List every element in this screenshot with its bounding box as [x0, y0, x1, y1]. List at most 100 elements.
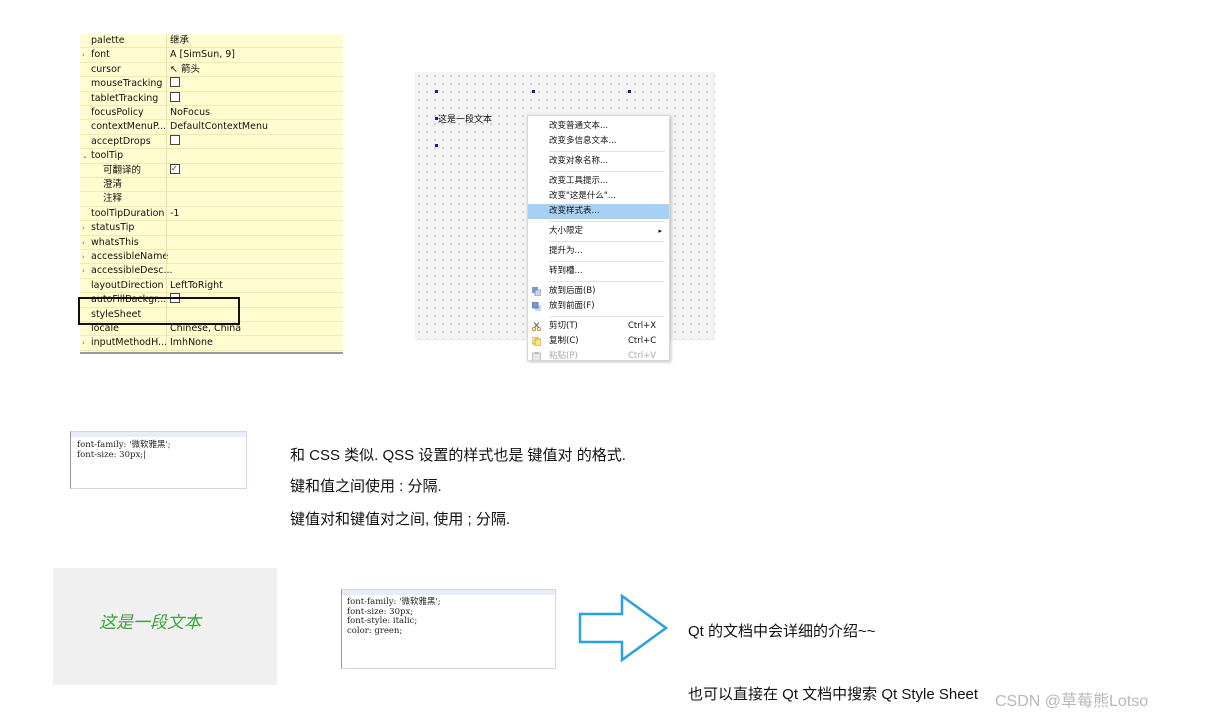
property-name: cursor	[91, 63, 121, 75]
menu-separator	[549, 281, 665, 282]
property-name: tabletTracking	[91, 92, 159, 104]
checkbox[interactable]	[170, 134, 180, 145]
property-row[interactable]: focusPolicy NoFocus	[80, 106, 343, 121]
context-menu-item[interactable]: 改变"这是什么"...	[528, 189, 669, 204]
selection-handle[interactable]	[532, 90, 535, 93]
property-name: 澄清	[103, 179, 123, 190]
property-value[interactable]	[170, 162, 180, 178]
property-name: 可翻译的	[103, 164, 142, 176]
collapse-arrow-icon[interactable]: ›	[82, 250, 85, 264]
context-menu-item[interactable]: 放到前面(F)	[528, 299, 669, 314]
property-value[interactable]	[170, 91, 180, 106]
property-row[interactable]: layoutDirection LeftToRight	[80, 278, 343, 294]
menu-item-label: 放到后面(B)	[549, 286, 596, 296]
form-label-widget[interactable]: 这是一段文本	[438, 112, 492, 125]
property-row[interactable]: ⌄ toolTip	[80, 149, 343, 164]
expand-arrow-icon[interactable]: ⌄	[82, 149, 88, 163]
collapse-arrow-icon[interactable]: ›	[82, 264, 85, 278]
property-name: toolTipDuration	[91, 207, 165, 219]
editor-top-bar	[342, 590, 555, 595]
menu-separator	[549, 316, 665, 317]
property-value[interactable]: 继承	[170, 34, 189, 48]
collapse-arrow-icon[interactable]: ›	[82, 48, 85, 62]
checkbox[interactable]	[170, 162, 180, 176]
property-name: palette	[91, 35, 125, 46]
property-row[interactable]: › statusTip	[80, 221, 343, 236]
context-menu-item[interactable]: 改变工具提示...	[528, 174, 669, 189]
stylesheet-editor-small[interactable]: font-family: '微软雅黑'; font-size: 30px;|	[70, 431, 247, 489]
note-docs-detail: Qt 的文档中会详细的介绍~~	[688, 623, 876, 640]
property-row[interactable]: contextMenuP... DefaultContextMenu	[80, 120, 343, 135]
property-name: whatsThis	[91, 236, 139, 248]
paste-icon	[532, 352, 541, 360]
context-menu-item[interactable]: 复制(C) Ctrl+C	[528, 334, 669, 349]
property-name: toolTip	[91, 150, 124, 162]
context-menu-item[interactable]: 转到槽...	[528, 264, 669, 279]
property-row[interactable]: 澄清	[80, 178, 343, 193]
property-row[interactable]: 注释	[80, 192, 343, 207]
menu-item-label: 大小限定	[549, 226, 584, 236]
property-row[interactable]: › accessibleDesc...	[80, 264, 343, 279]
property-row[interactable]: toolTipDuration -1	[80, 206, 343, 222]
selection-handle[interactable]	[435, 90, 438, 93]
column-divider	[166, 235, 167, 250]
collapse-arrow-icon[interactable]: ›	[82, 221, 85, 235]
property-name: font	[91, 49, 110, 61]
property-row[interactable]: palette 继承	[80, 34, 343, 49]
property-row[interactable]: › accessibleName	[80, 250, 343, 265]
menu-shortcut: Ctrl+C	[628, 336, 657, 346]
collapse-arrow-icon[interactable]: ›	[82, 336, 85, 350]
property-name: mouseTracking	[91, 78, 163, 90]
context-menu: 改变普通文本... 改变多信息文本... 改变对象名称... 改变工具提示... 改变"…	[527, 115, 670, 361]
context-menu-item[interactable]: 改变多信息文本...	[528, 134, 669, 149]
context-menu-item[interactable]: 粘贴(P) Ctrl+V	[528, 349, 669, 361]
property-row[interactable]: 可翻译的	[80, 162, 343, 178]
menu-separator	[549, 171, 665, 172]
column-divider	[166, 278, 167, 293]
column-divider	[166, 106, 167, 120]
stylesheet-highlight-box	[78, 297, 240, 325]
property-name: layoutDirection	[91, 279, 164, 291]
property-row[interactable]: › whatsThis	[80, 235, 343, 250]
property-name: statusTip	[91, 222, 135, 234]
stylesheet-editor-large[interactable]: font-family: '微软雅黑'; font-size: 30px; fo…	[341, 589, 556, 669]
editor-top-bar	[71, 432, 246, 437]
property-row[interactable]: cursor ↖ 箭头	[80, 62, 343, 78]
context-menu-item[interactable]: 剪切(T) Ctrl+X	[528, 319, 669, 334]
property-value[interactable]: DefaultContextMenu	[170, 120, 268, 134]
property-value[interactable]: NoFocus	[170, 106, 210, 120]
checkbox[interactable]	[170, 91, 180, 102]
property-row[interactable]: tabletTracking	[80, 91, 343, 106]
collapse-arrow-icon[interactable]: ›	[82, 236, 85, 250]
property-row[interactable]: acceptDrops	[80, 134, 343, 150]
selection-handle[interactable]	[435, 144, 438, 147]
menu-separator	[549, 221, 665, 222]
checkbox[interactable]	[170, 77, 180, 88]
property-value[interactable]	[170, 134, 180, 149]
menu-separator	[549, 241, 665, 242]
context-menu-item[interactable]: 改变普通文本...	[528, 119, 669, 134]
selection-handle[interactable]	[628, 90, 631, 93]
note-search-docs: 也可以直接在 Qt 文档中搜索 Qt Style Sheet	[688, 686, 979, 703]
property-value[interactable]: ImhNone	[170, 336, 213, 350]
property-value[interactable]: A [SimSun, 9]	[170, 48, 235, 62]
property-row[interactable]: › font A [SimSun, 9]	[80, 48, 343, 63]
menu-shortcut: Ctrl+V	[628, 351, 657, 361]
property-value[interactable]	[170, 77, 180, 91]
context-menu-item[interactable]: 改变对象名称...	[528, 154, 669, 169]
property-value[interactable]: -1	[170, 207, 179, 221]
context-menu-item[interactable]: 放到后面(B)	[528, 284, 669, 299]
property-name: accessibleDesc...	[91, 265, 173, 277]
column-divider	[166, 221, 167, 236]
context-menu-item[interactable]: 改变样式表...	[528, 204, 669, 219]
context-menu-item[interactable]: 提升为...	[528, 244, 669, 259]
context-menu-item[interactable]: 大小限定 ▸	[528, 224, 669, 239]
property-row[interactable]: mouseTracking	[80, 77, 343, 92]
menu-separator	[549, 261, 665, 262]
property-row[interactable]: › inputMethodH... ImhNone	[80, 336, 343, 351]
send-back-icon	[532, 287, 542, 297]
property-value[interactable]: ↖ 箭头	[170, 63, 200, 77]
property-name: accessibleName	[91, 251, 169, 262]
property-value[interactable]: LeftToRight	[170, 279, 223, 293]
column-divider	[166, 120, 167, 135]
